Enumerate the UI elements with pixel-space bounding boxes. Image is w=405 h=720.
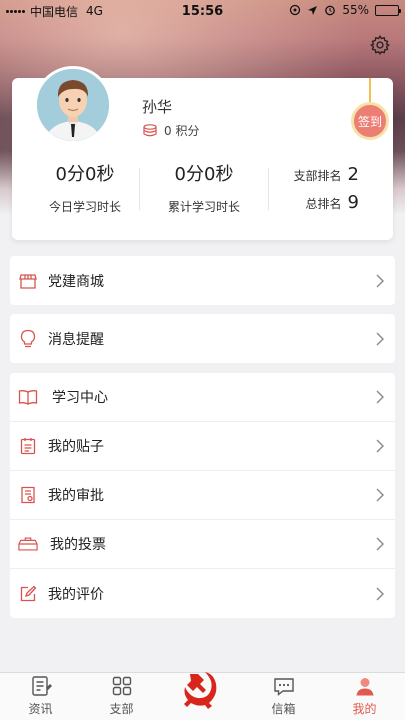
- signin-hanger: [369, 78, 371, 103]
- chevron-right-icon: [376, 537, 384, 551]
- mailbox-icon: [273, 678, 294, 696]
- menu-item-label: 我的评价: [48, 586, 104, 603]
- total-study-label: 累计学习时长: [167, 200, 240, 214]
- points-row[interactable]: 0 积分: [142, 122, 199, 139]
- menu-item-label: 学习中心: [52, 390, 108, 406]
- total-rank: 总排名 9: [306, 192, 359, 213]
- menu-item-label: 党建商城: [48, 273, 104, 290]
- stat-divider: [268, 168, 269, 210]
- tab-mailbox[interactable]: 信箱: [243, 673, 324, 720]
- signal-icon: [6, 9, 25, 13]
- menu-group-reminder: 消息提醒: [10, 314, 395, 363]
- menu-item-label: 我的贴子: [48, 439, 104, 455]
- menu-item-my-approval[interactable]: 我的审批: [10, 471, 395, 520]
- menu-item-label: 我的投票: [50, 537, 106, 553]
- menu-group-personal: 学习中心 我的贴子 我的审批 我的投票 我的评价: [10, 373, 395, 618]
- menu-item-message-reminder[interactable]: 消息提醒: [10, 314, 395, 363]
- menu-item-my-posts[interactable]: 我的贴子: [10, 422, 395, 471]
- chevron-right-icon: [376, 332, 384, 345]
- stat-divider: [139, 168, 140, 210]
- menu-item-study-center[interactable]: 学习中心: [10, 373, 395, 422]
- person-icon: [356, 678, 373, 696]
- ballot-box-icon: [18, 534, 38, 554]
- chevron-right-icon: [376, 488, 384, 502]
- avatar-illustration: [37, 69, 109, 141]
- location-icon: [308, 5, 318, 15]
- points-text: 0 积分: [164, 124, 200, 138]
- today-study-time: 0分0秒 今日学习时长: [34, 160, 136, 215]
- orientation-lock-icon: [290, 4, 301, 16]
- tab-label: 我的: [352, 702, 377, 716]
- approval-document-icon: [18, 485, 38, 505]
- today-study-value: 0分0秒: [55, 164, 115, 185]
- menu-item-label: 消息提醒: [48, 331, 104, 348]
- status-bar: 中国电信 4G 15:56 55%: [0, 0, 405, 22]
- branch-rank-value: 2: [347, 164, 359, 185]
- tab-label: 信箱: [271, 702, 296, 716]
- menu-item-my-votes[interactable]: 我的投票: [10, 520, 395, 569]
- coin-stack-icon: [143, 123, 157, 136]
- menu-group-mall: 党建商城: [10, 256, 395, 305]
- network-label: 4G: [86, 4, 103, 18]
- user-name: 孙华: [142, 98, 173, 116]
- clock: 15:56: [181, 3, 224, 19]
- battery-icon: [375, 4, 401, 16]
- battery-percent: 55%: [342, 3, 369, 17]
- news-icon: [31, 676, 52, 696]
- chevron-right-icon: [376, 274, 384, 287]
- menu-item-my-review[interactable]: 我的评价: [10, 569, 395, 618]
- tab-branch[interactable]: 支部: [81, 673, 162, 720]
- notepad-icon: [18, 436, 38, 456]
- chevron-right-icon: [376, 587, 384, 600]
- tab-label: 资讯: [28, 702, 53, 716]
- menu-item-party-mall[interactable]: 党建商城: [10, 256, 395, 305]
- chevron-right-icon: [376, 439, 384, 453]
- today-study-label: 今日学习时长: [48, 200, 121, 214]
- total-rank-label: 总排名: [305, 197, 342, 211]
- total-rank-value: 9: [347, 192, 359, 213]
- profile-card: 孙华 0 积分 签到 0分0秒 今日学习时长 0分0秒 累计学习时长 支部排名 …: [12, 66, 393, 240]
- lightbulb-icon: [18, 329, 38, 349]
- tab-mine[interactable]: 我的: [324, 673, 405, 720]
- avatar[interactable]: [34, 66, 112, 144]
- branch-rank: 支部排名 2: [294, 164, 359, 185]
- alarm-icon: [325, 5, 336, 16]
- total-study-time: 0分0秒 累计学习时长: [154, 160, 254, 215]
- total-study-value: 0分0秒: [174, 164, 234, 185]
- branch-grid-icon: [112, 676, 131, 696]
- open-book-icon: [18, 387, 38, 407]
- branch-rank-label: 支部排名: [293, 169, 342, 183]
- store-icon: [18, 271, 38, 291]
- tab-news[interactable]: 资讯: [0, 673, 81, 720]
- tab-label: 支部: [109, 702, 134, 716]
- chevron-right-icon: [376, 390, 384, 404]
- edit-note-icon: [18, 584, 38, 604]
- party-emblem-icon[interactable]: [178, 668, 222, 712]
- menu-item-label: 我的审批: [48, 488, 104, 504]
- signin-button[interactable]: 签到: [351, 102, 389, 140]
- settings-gear-icon[interactable]: [369, 34, 391, 56]
- carrier-label: 中国电信: [30, 4, 79, 19]
